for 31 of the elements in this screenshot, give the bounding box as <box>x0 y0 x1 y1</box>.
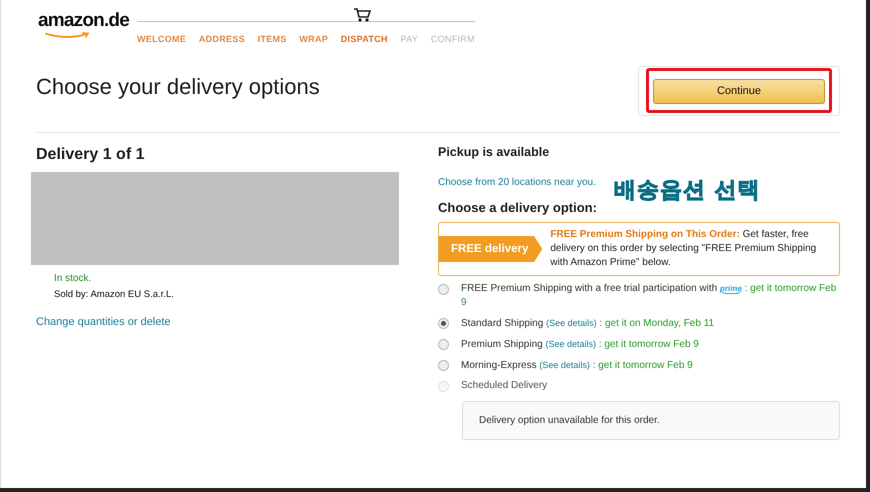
delivery-heading: Delivery 1 of 1 <box>36 146 146 164</box>
smile-arrow-icon <box>44 32 90 39</box>
free-delivery-badge: FREE delivery <box>439 236 542 262</box>
radio-button[interactable] <box>438 284 449 295</box>
option-label[interactable]: Morning-Express (See details) : get it tomorrow Feb 9 <box>461 358 693 373</box>
radio-button[interactable] <box>438 339 449 350</box>
continue-button[interactable]: Continue <box>653 78 825 104</box>
seller-text: Sold by: Amazon EU S.a.r.L. <box>54 289 175 300</box>
unavailable-notice: Delivery option unavailable for this order. <box>462 401 840 440</box>
progress-step: CONFIRM <box>430 34 475 44</box>
option-label[interactable]: FREE Premium Shipping with a free trial participation with prime : get it tomorrow Feb 9 <box>461 282 840 310</box>
annotation-text: 배송옵션 선택 <box>614 177 761 205</box>
change-link[interactable]: Change quantities or delete <box>36 316 171 328</box>
promo-text: FREE Premium Shipping on This Order: Get faster, free delivery on this order by selecting "FREE Premium Shipping with Amazon Prime" below. <box>550 228 818 270</box>
progress-step: ADDRESS <box>198 34 245 44</box>
progress-step: WELCOME <box>137 34 186 44</box>
option-label[interactable]: Premium Shipping (See details) : get it tomorrow Feb 9 <box>461 337 699 352</box>
page-title: Choose your delivery options <box>36 74 320 100</box>
radio-button[interactable] <box>438 318 449 329</box>
progress-step: ITEMS <box>258 34 287 44</box>
radio-button[interactable] <box>438 360 449 371</box>
logo[interactable]: amazon.de <box>38 10 129 32</box>
progress-step: PAY <box>400 34 418 44</box>
pickup-heading: Pickup is available <box>438 145 550 159</box>
stock-status: In stock. <box>54 273 92 284</box>
options-heading: Choose a delivery option: <box>438 200 598 215</box>
cart-icon <box>352 7 371 23</box>
progress-step: WRAP <box>299 34 328 44</box>
progress-step: DISPATCH <box>340 34 388 44</box>
pickup-link[interactable]: Choose from 20 locations near you. <box>438 177 596 188</box>
option-label[interactable]: Standard Shipping (See details) : get it on Monday, Feb 11 <box>461 316 714 331</box>
